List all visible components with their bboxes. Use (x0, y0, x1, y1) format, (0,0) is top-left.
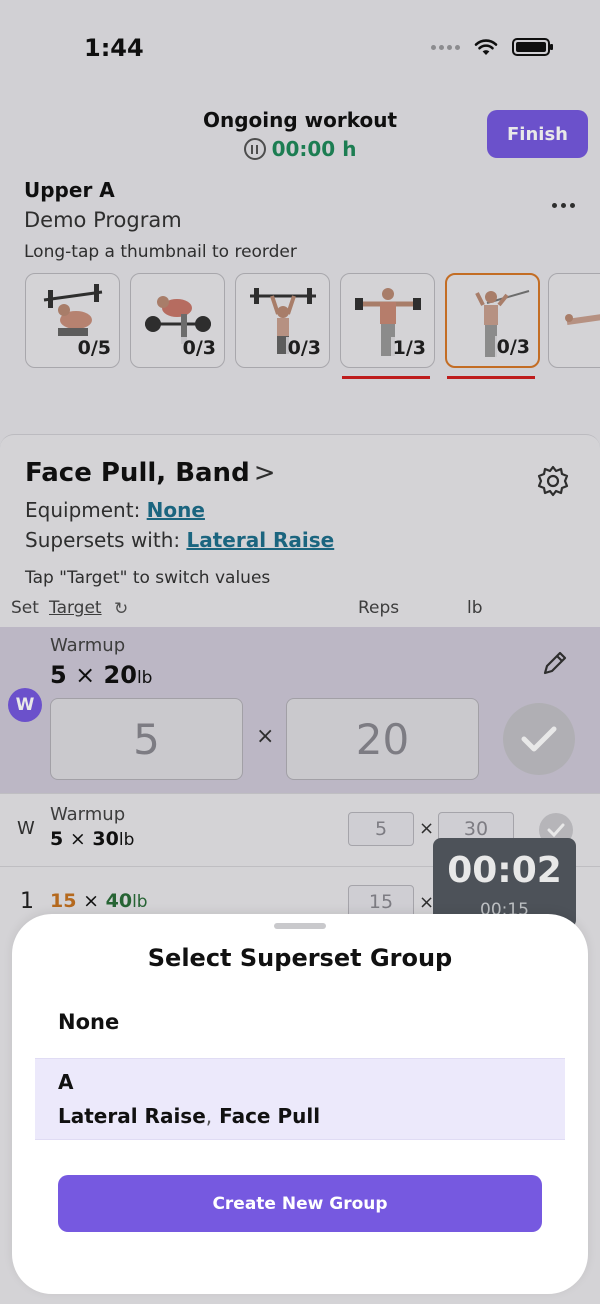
option-none[interactable]: None (58, 1010, 119, 1034)
sheet-title: Select Superset Group (147, 944, 453, 972)
option-group-a[interactable]: A Lateral Raise, Face Pull (35, 1058, 565, 1140)
sheet-grabber[interactable] (274, 923, 326, 929)
superset-group-sheet: Select Superset Group None A Lateral Rai… (12, 914, 588, 1294)
create-new-group-button[interactable]: Create New Group (58, 1175, 542, 1232)
group-label: A (58, 1070, 74, 1094)
group-members: Lateral Raise, Face Pull (58, 1104, 321, 1128)
